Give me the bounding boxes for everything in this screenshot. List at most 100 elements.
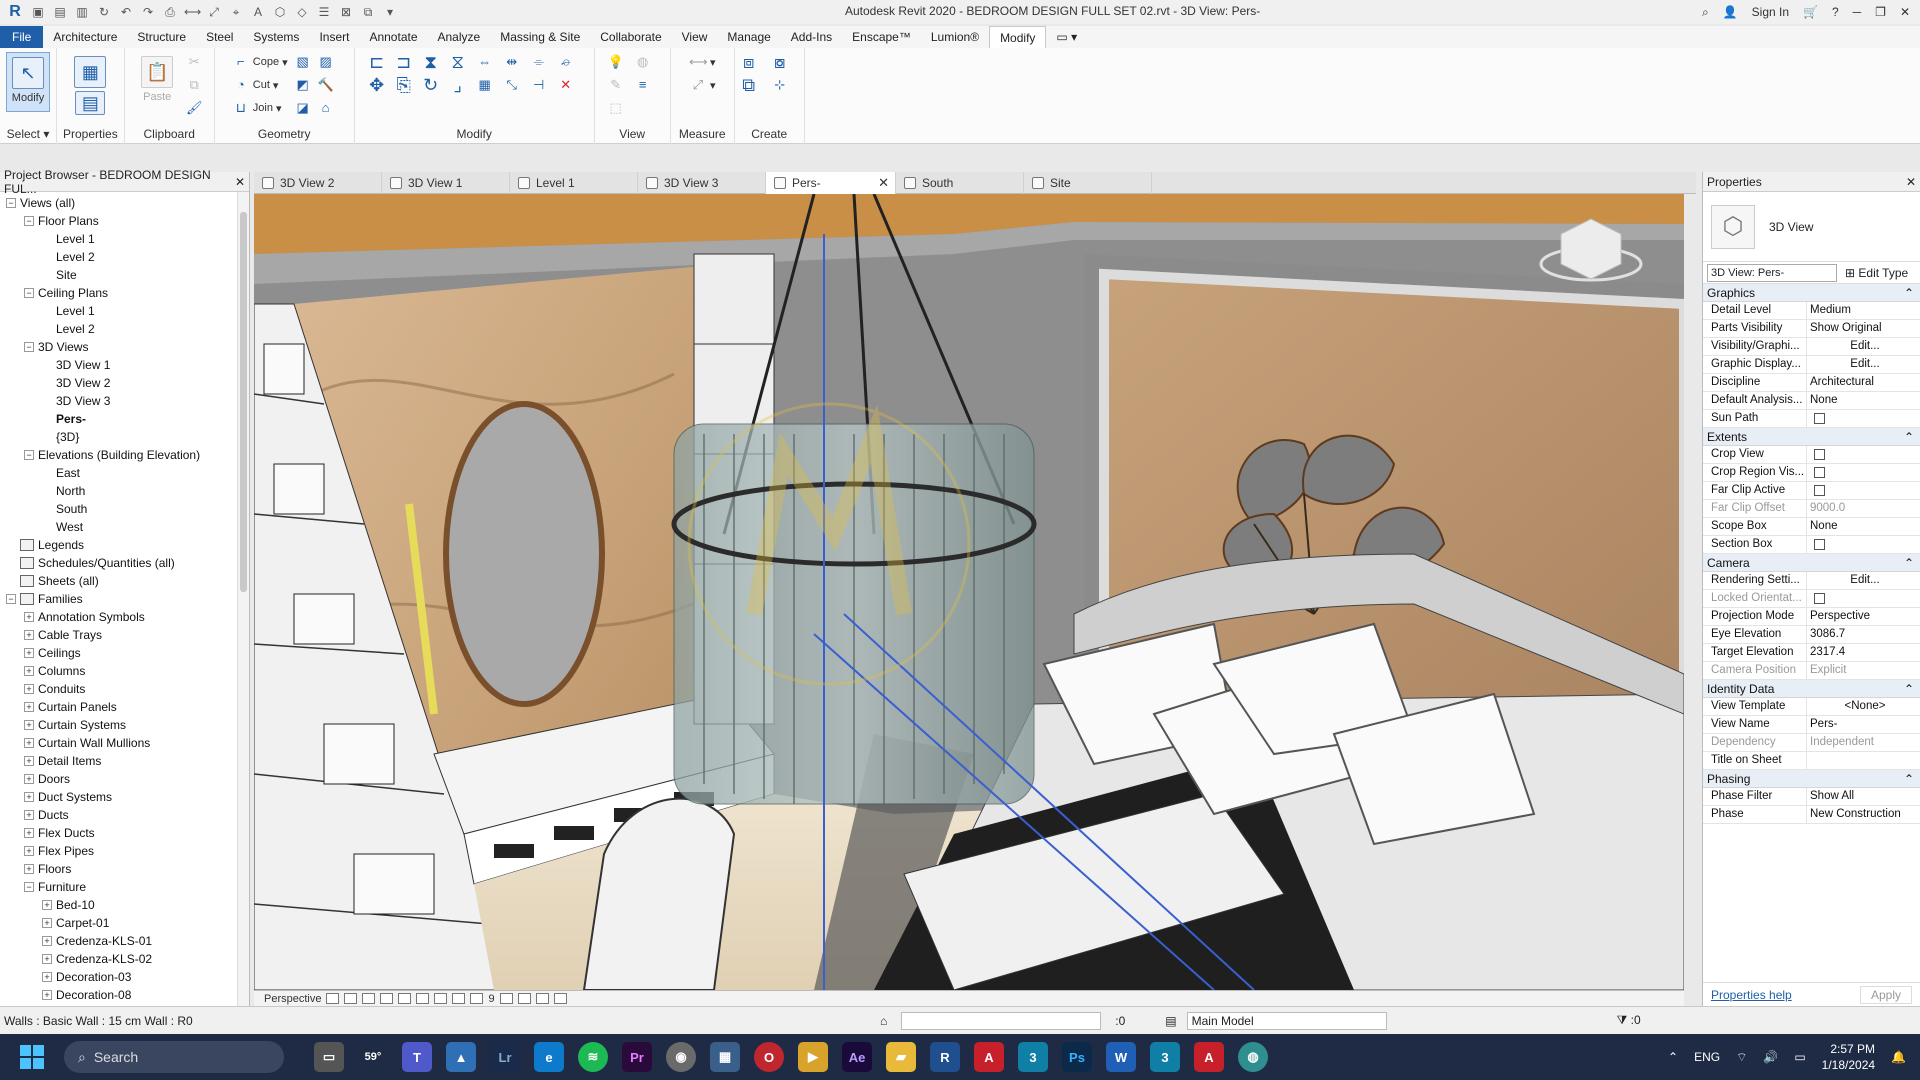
tree-node[interactable]: + Curtain Systems xyxy=(0,716,249,734)
property-value[interactable]: Pers- xyxy=(1807,716,1920,733)
property-value[interactable]: Show All xyxy=(1807,788,1920,805)
tree-node[interactable]: + Flex Pipes xyxy=(0,842,249,860)
tree-node[interactable]: + Cable Trays xyxy=(0,626,249,644)
tree-node[interactable]: −3D Views xyxy=(0,338,249,356)
tag-icon[interactable]: ⌖ xyxy=(228,4,244,20)
view-tab[interactable]: Pers- ✕ xyxy=(766,172,896,194)
demolish-icon[interactable]: 🔨 xyxy=(317,75,337,95)
expand-icon[interactable]: + xyxy=(24,738,34,748)
tab-insert[interactable]: Insert xyxy=(309,26,359,48)
taskbar-search[interactable]: ⌕ Search xyxy=(64,1041,284,1073)
tree-node[interactable]: Level 2 xyxy=(0,320,249,338)
view-tab[interactable]: 3D View 1 xyxy=(382,172,510,194)
show-crop-icon[interactable] xyxy=(434,993,448,1004)
player-icon[interactable]: ▶ xyxy=(798,1042,828,1072)
match-type-icon[interactable]: 🖌 xyxy=(185,98,203,118)
worksharing-icon[interactable] xyxy=(517,993,531,1004)
checkbox[interactable] xyxy=(1814,449,1825,460)
autocad-icon[interactable]: A xyxy=(974,1042,1004,1072)
view-tab[interactable]: Level 1 xyxy=(510,172,638,194)
tree-node[interactable]: + Columns xyxy=(0,662,249,680)
property-value[interactable]: New Construction xyxy=(1807,806,1920,823)
restore-icon[interactable]: ❐ xyxy=(1875,5,1886,19)
tree-node[interactable]: − Views (all) xyxy=(0,194,249,212)
tree-node[interactable]: West xyxy=(0,518,249,536)
open-folder-icon[interactable]: ▤ xyxy=(52,4,68,20)
battery-icon[interactable]: ▭ xyxy=(1794,1050,1805,1064)
tree-node[interactable]: 3D View 3 xyxy=(0,392,249,410)
workset-dropdown[interactable] xyxy=(901,1011,1102,1030)
property-value[interactable]: None xyxy=(1807,392,1920,409)
expand-icon[interactable]: + xyxy=(24,630,34,640)
expand-icon[interactable]: + xyxy=(24,828,34,838)
cart-icon[interactable]: 🛒 xyxy=(1803,5,1818,19)
sync-icon[interactable]: ↻ xyxy=(96,4,112,20)
tab-collaborate[interactable]: Collaborate xyxy=(590,26,671,48)
selection-filter-icon[interactable]: ⧩ :0 xyxy=(1617,1013,1641,1028)
expand-icon[interactable]: + xyxy=(24,612,34,622)
wifi-icon[interactable]: ⌔ xyxy=(1736,1050,1747,1065)
highlight-icon[interactable] xyxy=(553,993,567,1004)
expand-icon[interactable]: + xyxy=(42,954,52,964)
dimension-icon[interactable]: ⤢ xyxy=(206,4,222,20)
tree-node[interactable]: North xyxy=(0,482,249,500)
tree-node[interactable]: + Credenza-KLS-01 xyxy=(0,932,249,950)
project-browser-scrollbar[interactable] xyxy=(237,192,249,1006)
mirror-pick-icon[interactable]: ⧗ xyxy=(422,52,446,72)
volume-icon[interactable]: 🔊 xyxy=(1763,1050,1778,1064)
tab-view[interactable]: View xyxy=(672,26,718,48)
photos-icon[interactable]: ▲ xyxy=(446,1042,476,1072)
collapse-icon[interactable]: − xyxy=(24,288,34,298)
file-tab[interactable]: File xyxy=(0,26,44,48)
expand-icon[interactable]: + xyxy=(42,936,52,946)
tree-node[interactable]: Level 1 xyxy=(0,302,249,320)
save-icon[interactable]: ▥ xyxy=(74,4,90,20)
collapse-group-icon[interactable]: ⌃ xyxy=(1904,554,1914,571)
scrollbar-thumb[interactable] xyxy=(240,212,247,592)
tree-node[interactable]: East xyxy=(0,464,249,482)
project-browser-close-icon[interactable]: ✕ xyxy=(235,175,245,189)
clock[interactable]: 2:57 PM 1/18/2024 xyxy=(1822,1041,1875,1073)
section-icon[interactable]: ◇ xyxy=(294,4,310,20)
collapse-group-icon[interactable]: ⌃ xyxy=(1904,770,1914,787)
media-icon[interactable]: ◉ xyxy=(666,1042,696,1072)
tab-massing-site[interactable]: Massing & Site xyxy=(490,26,590,48)
tab-add-ins[interactable]: Add-Ins xyxy=(781,26,842,48)
join-roof-icon[interactable]: ⌂ xyxy=(317,98,337,118)
checkbox[interactable] xyxy=(1814,413,1825,424)
redo-icon[interactable]: ↷ xyxy=(140,4,156,20)
tab-manage[interactable]: Manage xyxy=(717,26,780,48)
trim-multiple-icon[interactable]: ⊣ xyxy=(530,75,554,95)
design-options-icon[interactable]: ▤ xyxy=(1165,1014,1176,1028)
unpin-icon[interactable]: ⌮ xyxy=(557,52,581,72)
task-view-icon[interactable]: ▭ xyxy=(314,1042,344,1072)
tree-node[interactable]: + Annotation Symbols xyxy=(0,608,249,626)
tree-node[interactable]: + Credenza-KLS-02 xyxy=(0,950,249,968)
tree-node[interactable]: + Duct Systems xyxy=(0,788,249,806)
windows-start-icon[interactable] xyxy=(20,1045,44,1069)
tab-systems[interactable]: Systems xyxy=(243,26,309,48)
tree-node[interactable]: Pers- xyxy=(0,410,249,428)
print-icon[interactable]: ⎙ xyxy=(162,4,178,20)
bulb-icon[interactable]: 💡 xyxy=(607,52,631,72)
expand-icon[interactable]: + xyxy=(24,684,34,694)
expand-icon[interactable]: + xyxy=(42,972,52,982)
array-icon[interactable]: ▦ xyxy=(476,75,500,95)
customize-qat-icon[interactable]: ▾ xyxy=(382,4,398,20)
join-button[interactable]: ⊔ Join ▾ xyxy=(232,98,288,118)
type-properties-icon[interactable]: ▤ xyxy=(75,91,106,115)
copy-icon[interactable]: ⎘ xyxy=(395,75,419,95)
tree-node[interactable]: 3D View 1 xyxy=(0,356,249,374)
collapse-icon[interactable]: − xyxy=(6,198,16,208)
view-mode-label[interactable]: Perspective xyxy=(264,993,321,1005)
tree-node[interactable]: 3D View 2 xyxy=(0,374,249,392)
tree-node[interactable]: + Bed-10 xyxy=(0,896,249,914)
thin-lines-icon[interactable]: ☰ xyxy=(316,4,332,20)
expand-icon[interactable]: + xyxy=(42,990,52,1000)
property-value[interactable]: 2317.4 xyxy=(1807,644,1920,661)
split-face-icon[interactable]: ▨ xyxy=(317,52,337,72)
scale-icon[interactable]: ⤡ xyxy=(503,75,527,95)
tree-node[interactable]: Level 2 xyxy=(0,248,249,266)
modify-button[interactable]: ↖ Modify xyxy=(6,52,50,112)
tree-node[interactable]: + Ceilings xyxy=(0,644,249,662)
